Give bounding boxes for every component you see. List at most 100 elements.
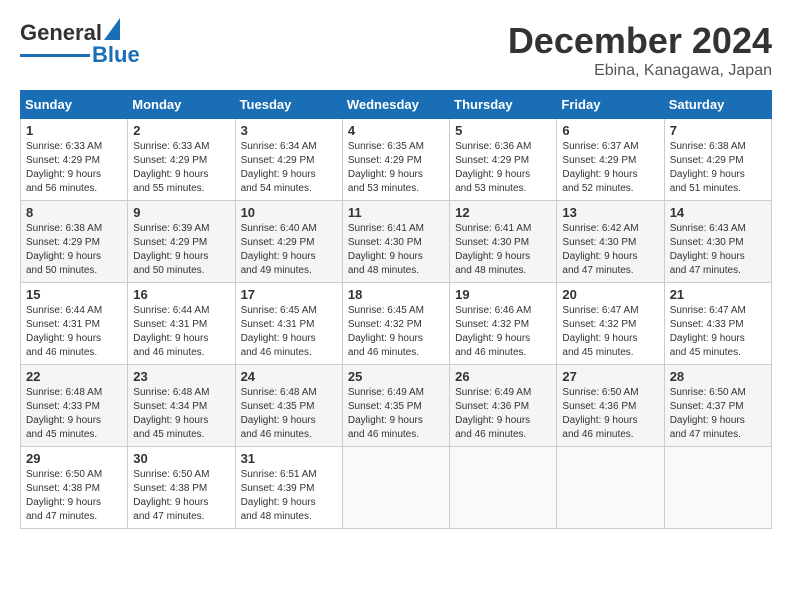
cell-details: Sunrise: 6:48 AMSunset: 4:33 PMDaylight:… xyxy=(26,387,102,440)
day-number: 20 xyxy=(562,287,658,302)
cell-details: Sunrise: 6:48 AMSunset: 4:35 PMDaylight:… xyxy=(241,387,317,440)
calendar-cell: 11 Sunrise: 6:41 AMSunset: 4:30 PMDaylig… xyxy=(342,201,449,283)
calendar-week-row: 15 Sunrise: 6:44 AMSunset: 4:31 PMDaylig… xyxy=(21,283,772,365)
calendar-week-row: 1 Sunrise: 6:33 AMSunset: 4:29 PMDayligh… xyxy=(21,119,772,201)
cell-details: Sunrise: 6:34 AMSunset: 4:29 PMDaylight:… xyxy=(241,141,317,194)
logo-triangle-icon xyxy=(104,18,120,40)
calendar-cell: 26 Sunrise: 6:49 AMSunset: 4:36 PMDaylig… xyxy=(450,365,557,447)
calendar-cell: 31 Sunrise: 6:51 AMSunset: 4:39 PMDaylig… xyxy=(235,447,342,529)
day-number: 3 xyxy=(241,123,337,138)
day-number: 30 xyxy=(133,451,229,466)
cell-details: Sunrise: 6:45 AMSunset: 4:32 PMDaylight:… xyxy=(348,305,424,358)
location-subtitle: Ebina, Kanagawa, Japan xyxy=(508,62,772,80)
cell-details: Sunrise: 6:49 AMSunset: 4:36 PMDaylight:… xyxy=(455,387,531,440)
title-block: December 2024 Ebina, Kanagawa, Japan xyxy=(508,20,772,80)
calendar-cell: 25 Sunrise: 6:49 AMSunset: 4:35 PMDaylig… xyxy=(342,365,449,447)
day-number: 17 xyxy=(241,287,337,302)
column-header-sunday: Sunday xyxy=(21,91,128,119)
day-number: 9 xyxy=(133,205,229,220)
calendar-cell: 13 Sunrise: 6:42 AMSunset: 4:30 PMDaylig… xyxy=(557,201,664,283)
cell-details: Sunrise: 6:50 AMSunset: 4:38 PMDaylight:… xyxy=(133,469,209,522)
cell-details: Sunrise: 6:51 AMSunset: 4:39 PMDaylight:… xyxy=(241,469,317,522)
cell-details: Sunrise: 6:43 AMSunset: 4:30 PMDaylight:… xyxy=(670,223,746,276)
day-number: 2 xyxy=(133,123,229,138)
cell-details: Sunrise: 6:33 AMSunset: 4:29 PMDaylight:… xyxy=(133,141,209,194)
calendar-cell: 2 Sunrise: 6:33 AMSunset: 4:29 PMDayligh… xyxy=(128,119,235,201)
cell-details: Sunrise: 6:50 AMSunset: 4:37 PMDaylight:… xyxy=(670,387,746,440)
day-number: 16 xyxy=(133,287,229,302)
calendar-cell: 21 Sunrise: 6:47 AMSunset: 4:33 PMDaylig… xyxy=(664,283,771,365)
day-number: 19 xyxy=(455,287,551,302)
calendar-cell: 17 Sunrise: 6:45 AMSunset: 4:31 PMDaylig… xyxy=(235,283,342,365)
calendar-cell: 18 Sunrise: 6:45 AMSunset: 4:32 PMDaylig… xyxy=(342,283,449,365)
cell-details: Sunrise: 6:40 AMSunset: 4:29 PMDaylight:… xyxy=(241,223,317,276)
day-number: 11 xyxy=(348,205,444,220)
calendar-cell: 3 Sunrise: 6:34 AMSunset: 4:29 PMDayligh… xyxy=(235,119,342,201)
calendar-cell: 28 Sunrise: 6:50 AMSunset: 4:37 PMDaylig… xyxy=(664,365,771,447)
day-number: 29 xyxy=(26,451,122,466)
calendar-week-row: 8 Sunrise: 6:38 AMSunset: 4:29 PMDayligh… xyxy=(21,201,772,283)
cell-details: Sunrise: 6:38 AMSunset: 4:29 PMDaylight:… xyxy=(670,141,746,194)
calendar-cell: 30 Sunrise: 6:50 AMSunset: 4:38 PMDaylig… xyxy=(128,447,235,529)
calendar-cell: 23 Sunrise: 6:48 AMSunset: 4:34 PMDaylig… xyxy=(128,365,235,447)
logo-blue-text: Blue xyxy=(92,42,140,68)
day-number: 18 xyxy=(348,287,444,302)
calendar-cell: 29 Sunrise: 6:50 AMSunset: 4:38 PMDaylig… xyxy=(21,447,128,529)
day-number: 25 xyxy=(348,369,444,384)
calendar-cell: 27 Sunrise: 6:50 AMSunset: 4:36 PMDaylig… xyxy=(557,365,664,447)
cell-details: Sunrise: 6:49 AMSunset: 4:35 PMDaylight:… xyxy=(348,387,424,440)
cell-details: Sunrise: 6:50 AMSunset: 4:36 PMDaylight:… xyxy=(562,387,638,440)
calendar-cell xyxy=(450,447,557,529)
calendar-cell: 5 Sunrise: 6:36 AMSunset: 4:29 PMDayligh… xyxy=(450,119,557,201)
logo-underline xyxy=(20,54,90,57)
cell-details: Sunrise: 6:41 AMSunset: 4:30 PMDaylight:… xyxy=(455,223,531,276)
column-header-friday: Friday xyxy=(557,91,664,119)
day-number: 22 xyxy=(26,369,122,384)
calendar-cell: 7 Sunrise: 6:38 AMSunset: 4:29 PMDayligh… xyxy=(664,119,771,201)
cell-details: Sunrise: 6:44 AMSunset: 4:31 PMDaylight:… xyxy=(133,305,209,358)
cell-details: Sunrise: 6:41 AMSunset: 4:30 PMDaylight:… xyxy=(348,223,424,276)
calendar-cell: 10 Sunrise: 6:40 AMSunset: 4:29 PMDaylig… xyxy=(235,201,342,283)
month-title: December 2024 xyxy=(508,20,772,62)
calendar-week-row: 22 Sunrise: 6:48 AMSunset: 4:33 PMDaylig… xyxy=(21,365,772,447)
day-number: 27 xyxy=(562,369,658,384)
calendar-cell: 8 Sunrise: 6:38 AMSunset: 4:29 PMDayligh… xyxy=(21,201,128,283)
calendar-header-row: SundayMondayTuesdayWednesdayThursdayFrid… xyxy=(21,91,772,119)
calendar-cell: 14 Sunrise: 6:43 AMSunset: 4:30 PMDaylig… xyxy=(664,201,771,283)
calendar-cell xyxy=(664,447,771,529)
day-number: 28 xyxy=(670,369,766,384)
cell-details: Sunrise: 6:47 AMSunset: 4:32 PMDaylight:… xyxy=(562,305,638,358)
day-number: 24 xyxy=(241,369,337,384)
column-header-saturday: Saturday xyxy=(664,91,771,119)
calendar-cell: 20 Sunrise: 6:47 AMSunset: 4:32 PMDaylig… xyxy=(557,283,664,365)
day-number: 26 xyxy=(455,369,551,384)
cell-details: Sunrise: 6:42 AMSunset: 4:30 PMDaylight:… xyxy=(562,223,638,276)
calendar-cell: 22 Sunrise: 6:48 AMSunset: 4:33 PMDaylig… xyxy=(21,365,128,447)
day-number: 15 xyxy=(26,287,122,302)
column-header-monday: Monday xyxy=(128,91,235,119)
day-number: 10 xyxy=(241,205,337,220)
day-number: 13 xyxy=(562,205,658,220)
calendar-cell: 16 Sunrise: 6:44 AMSunset: 4:31 PMDaylig… xyxy=(128,283,235,365)
cell-details: Sunrise: 6:33 AMSunset: 4:29 PMDaylight:… xyxy=(26,141,102,194)
cell-details: Sunrise: 6:35 AMSunset: 4:29 PMDaylight:… xyxy=(348,141,424,194)
cell-details: Sunrise: 6:48 AMSunset: 4:34 PMDaylight:… xyxy=(133,387,209,440)
calendar-cell: 9 Sunrise: 6:39 AMSunset: 4:29 PMDayligh… xyxy=(128,201,235,283)
calendar-cell: 6 Sunrise: 6:37 AMSunset: 4:29 PMDayligh… xyxy=(557,119,664,201)
day-number: 4 xyxy=(348,123,444,138)
cell-details: Sunrise: 6:36 AMSunset: 4:29 PMDaylight:… xyxy=(455,141,531,194)
day-number: 8 xyxy=(26,205,122,220)
day-number: 23 xyxy=(133,369,229,384)
logo: General Blue xyxy=(20,20,140,68)
calendar-cell: 12 Sunrise: 6:41 AMSunset: 4:30 PMDaylig… xyxy=(450,201,557,283)
day-number: 7 xyxy=(670,123,766,138)
day-number: 14 xyxy=(670,205,766,220)
page-header: General Blue December 2024 Ebina, Kanaga… xyxy=(20,20,772,80)
calendar-cell: 19 Sunrise: 6:46 AMSunset: 4:32 PMDaylig… xyxy=(450,283,557,365)
column-header-thursday: Thursday xyxy=(450,91,557,119)
calendar-cell xyxy=(557,447,664,529)
day-number: 6 xyxy=(562,123,658,138)
day-number: 5 xyxy=(455,123,551,138)
day-number: 31 xyxy=(241,451,337,466)
cell-details: Sunrise: 6:45 AMSunset: 4:31 PMDaylight:… xyxy=(241,305,317,358)
